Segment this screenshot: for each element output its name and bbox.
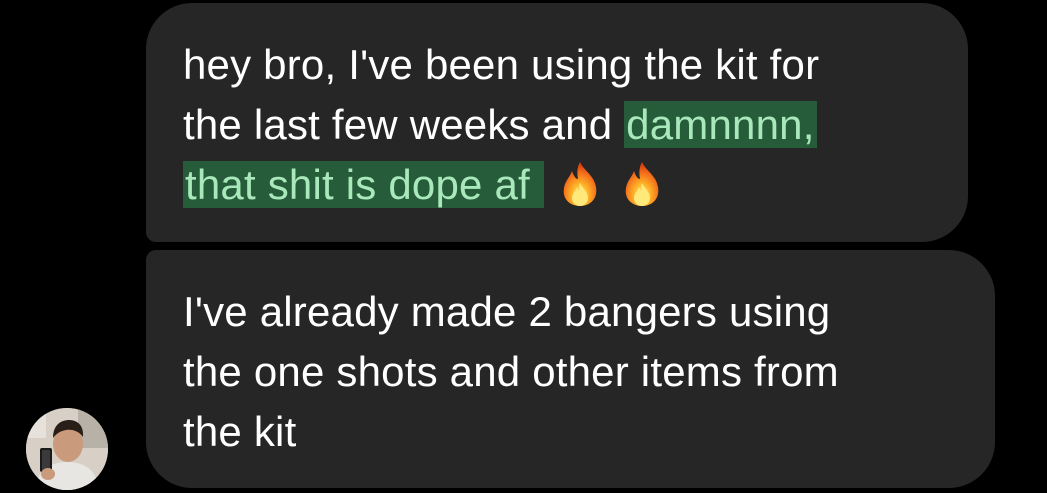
message-line: the kit bbox=[183, 408, 297, 455]
message-line: hey bro, I've been using the kit for bbox=[183, 41, 820, 88]
message-bubble[interactable]: I've already made 2 bangers using the on… bbox=[146, 250, 995, 488]
avatar[interactable] bbox=[26, 408, 108, 490]
highlighted-text: that shit is dope af bbox=[183, 161, 544, 208]
message-bubble[interactable]: hey bro, I've been using the kit for the… bbox=[146, 3, 968, 242]
message-line: I've already made 2 bangers using bbox=[183, 288, 831, 335]
message-line: the one shots and other items from bbox=[183, 348, 839, 395]
fire-icon bbox=[563, 162, 597, 206]
message-line: that shit is dope af bbox=[183, 155, 938, 215]
message-line: the last few weeks and damnnnn, bbox=[183, 101, 817, 148]
highlighted-text: damnnnn, bbox=[624, 101, 817, 148]
user-avatar-icon bbox=[26, 408, 108, 490]
fire-icon bbox=[625, 162, 659, 206]
message-thread: hey bro, I've been using the kit for the… bbox=[0, 0, 1047, 493]
